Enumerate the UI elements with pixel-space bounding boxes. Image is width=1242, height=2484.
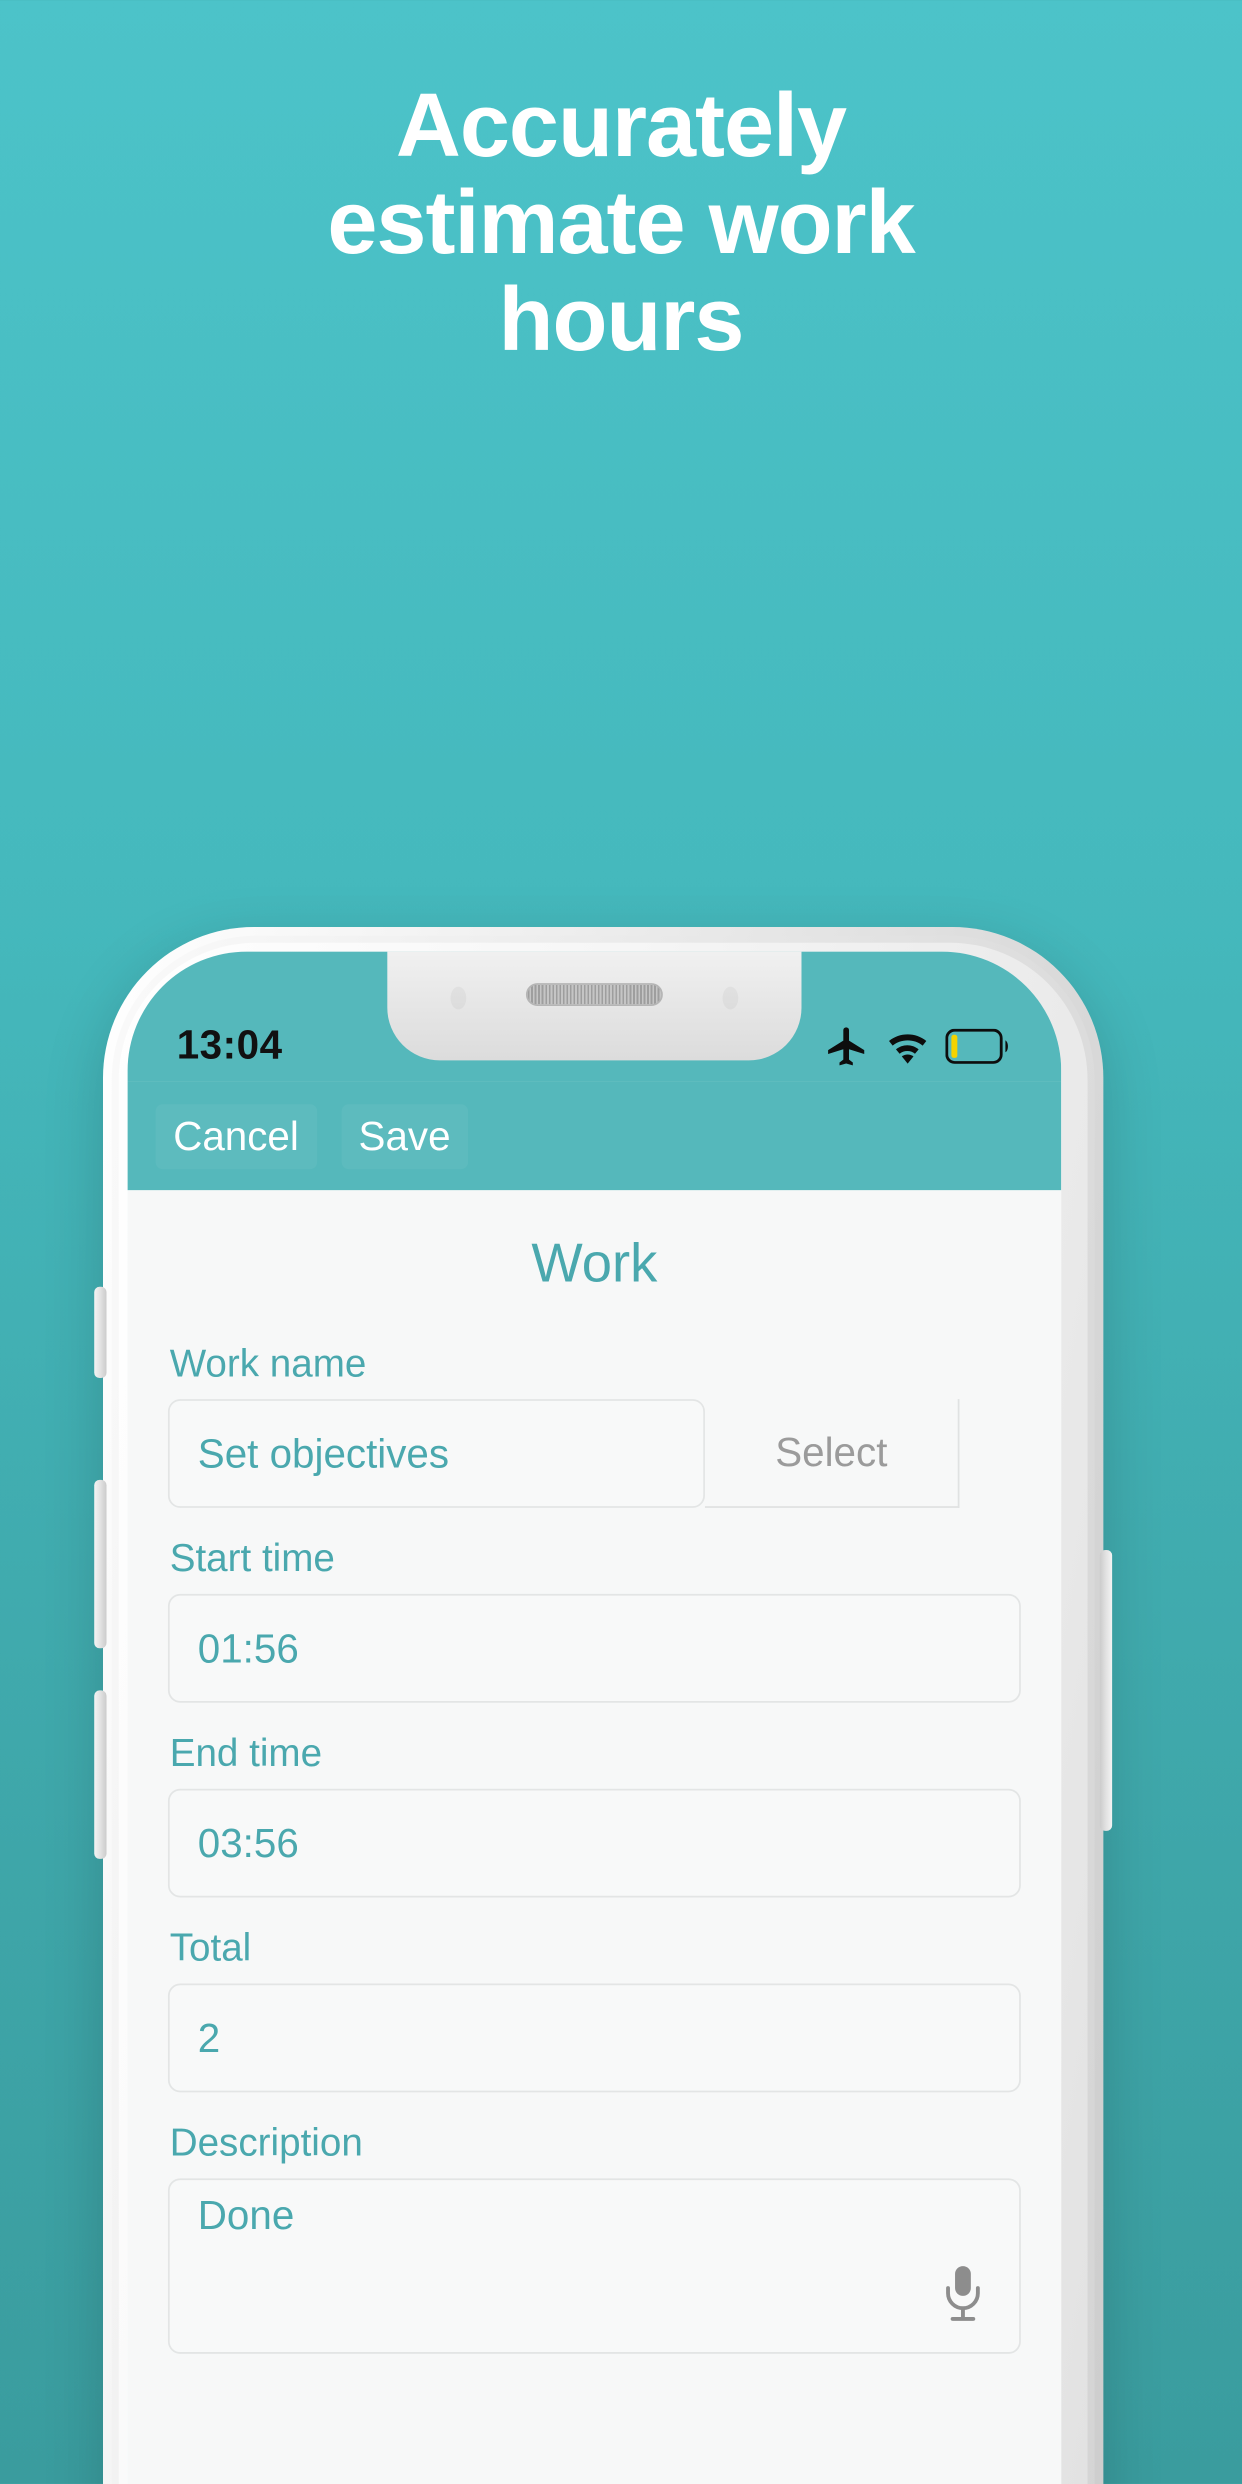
field-work-name: Work name Set objectives Select [167,1341,1021,1508]
select-work-button[interactable]: Select [704,1399,960,1508]
device-notch [387,951,802,1061]
save-button-navbar[interactable]: Save [340,1103,469,1169]
description-textarea[interactable]: Done [167,2178,1021,2354]
work-name-input[interactable]: Set objectives [167,1399,705,1508]
field-label-end-time: End time [169,1730,323,1775]
headline-line-3: hours [498,270,744,370]
marketing-headline: Accurately estimate work hours [0,78,1242,369]
status-bar: 13:04 [127,951,1062,1082]
field-row-work-name: Set objectives Select [167,1399,1021,1508]
cancel-button[interactable]: Cancel [155,1103,317,1169]
microphone-icon[interactable] [942,2264,984,2324]
airplane-mode-icon [824,1024,870,1070]
navigation-bar: Cancel Save [127,1081,1062,1191]
field-end-time: End time 03:56 [167,1730,1021,1898]
phone-mockup: 13:04 Cancel Save Work Work name Set obj… [94,927,1113,2484]
front-camera-icon [450,987,466,1010]
field-label-description: Description [169,2120,363,2165]
start-time-input[interactable]: 01:56 [167,1593,1021,1703]
description-textarea-value: Done [197,2192,295,2238]
volume-up-button[interactable] [94,1479,107,1649]
form-container: Work Work name Set objectives Select Sta… [127,1190,1062,2484]
power-button[interactable] [1099,1550,1113,1831]
field-total: Total 2 [167,1925,1021,2093]
earpiece-speaker [525,983,663,1006]
status-bar-icons [824,1024,1012,1070]
field-label-work-name: Work name [169,1341,367,1386]
battery-low-icon [945,1028,1012,1064]
volume-down-button[interactable] [94,1690,107,1859]
wifi-icon [886,1024,930,1068]
status-bar-clock: 13:04 [176,1021,283,1068]
field-label-start-time: Start time [169,1535,335,1580]
proximity-sensor-icon [723,987,739,1010]
total-input[interactable]: 2 [167,1983,1021,2093]
field-label-total: Total [169,1925,252,1970]
field-start-time: Start time 01:56 [167,1535,1021,1703]
headline-line-2: estimate work [327,173,915,273]
page-title: Work [531,1232,658,1294]
phone-screen: 13:04 Cancel Save Work Work name Set obj… [127,951,1062,2484]
phone-frame: 13:04 Cancel Save Work Work name Set obj… [94,927,1113,2484]
field-description: Description Done [167,2120,1021,2354]
headline-line-1: Accurately [395,76,847,176]
mute-switch[interactable] [94,1286,107,1379]
end-time-input[interactable]: 03:56 [167,1788,1021,1898]
